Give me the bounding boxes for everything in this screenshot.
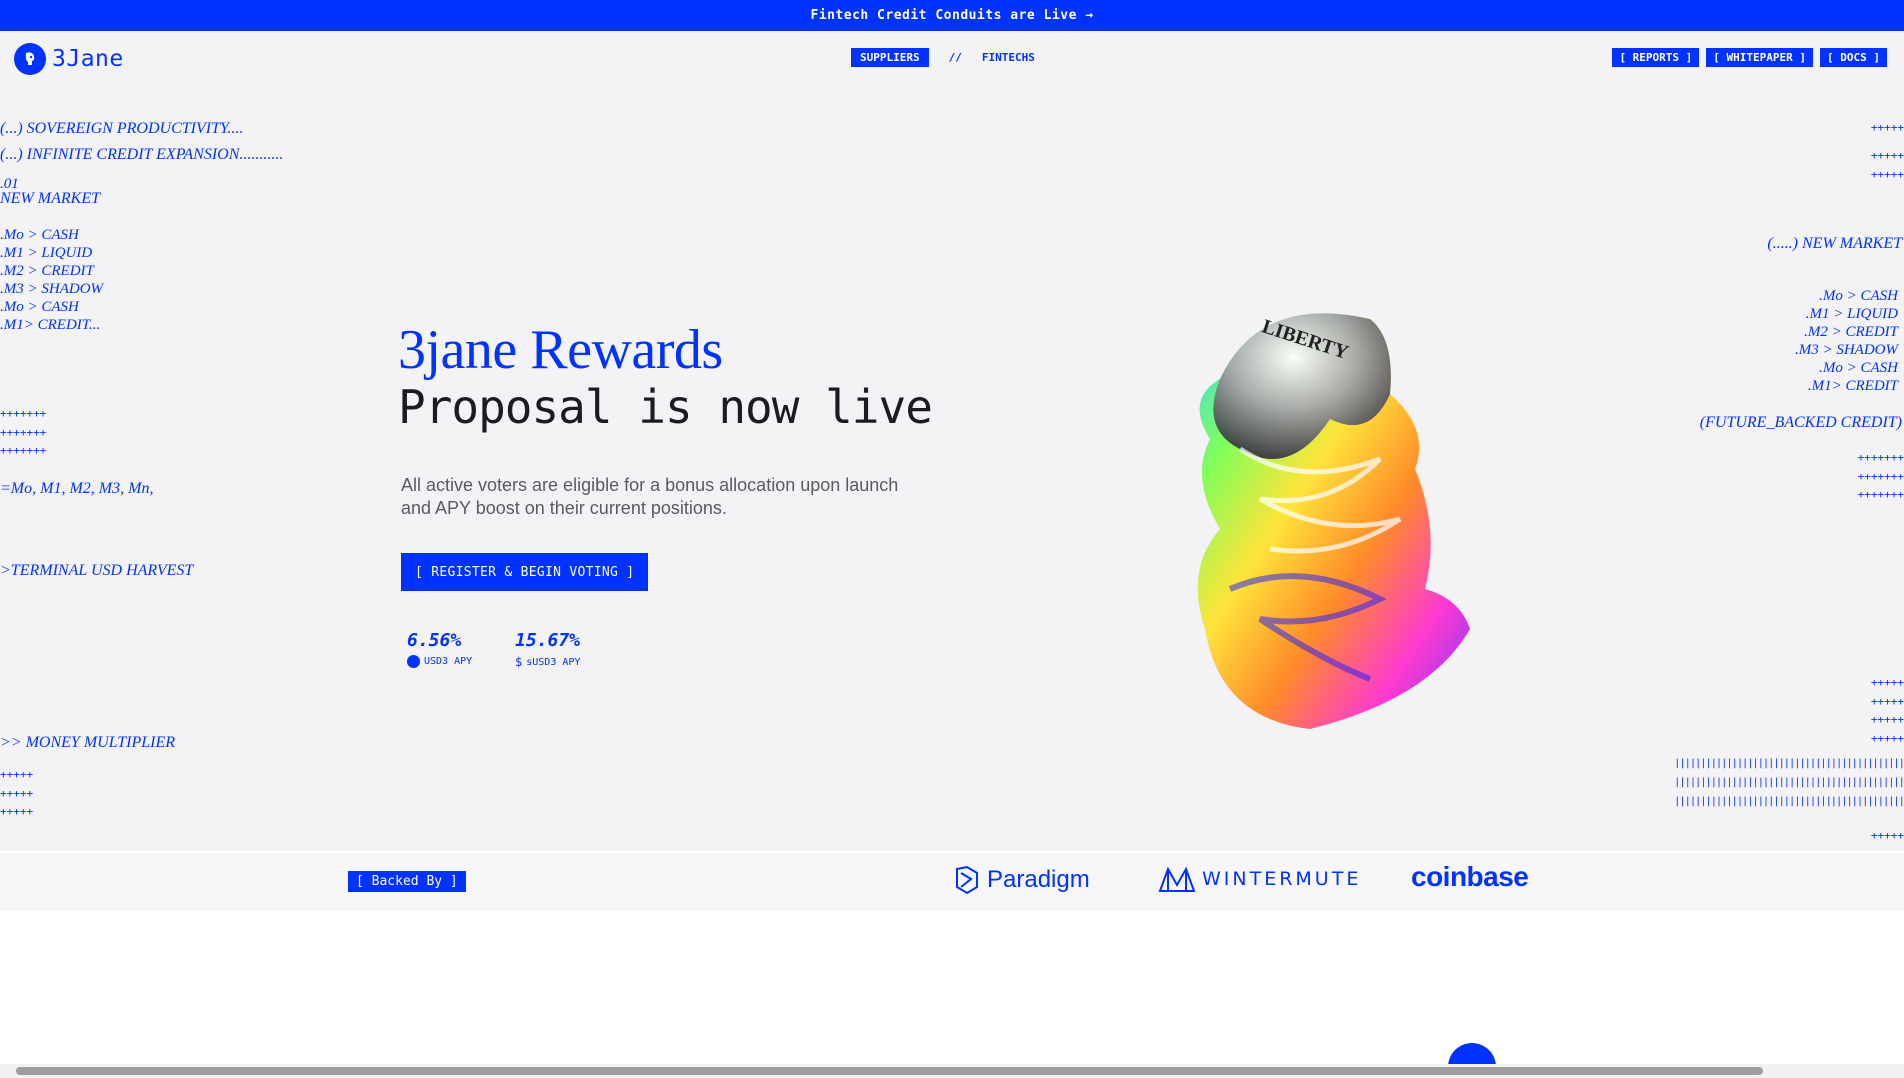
hero-title: 3jane Rewards: [398, 319, 723, 381]
deco-new-market: NEW MARKET: [0, 190, 100, 207]
melting-coin-illustration: LIBERTY: [1197, 313, 1470, 729]
usd3-apy-value: 6.56%: [407, 630, 462, 651]
reports-link[interactable]: [ REPORTS ]: [1612, 48, 1700, 67]
backed-by-label: [ Backed By ]: [348, 871, 466, 892]
top-links: [ REPORTS ] [ WHITEPAPER ] [ DOCS ]: [1612, 48, 1887, 67]
hero-section: 3Jane SUPPLIERS // FINTECHS [ REPORTS ] …: [0, 31, 1904, 851]
susd3-apy-label: sUSD3 APY: [526, 656, 581, 668]
deco-right-plus: +++++: [1870, 121, 1904, 134]
brand-name: 3Jane: [52, 46, 124, 72]
deco-right-market: (.....) NEW MARKET: [1767, 235, 1902, 252]
main-nav: SUPPLIERS // FINTECHS: [851, 48, 1035, 67]
brand-logo[interactable]: 3Jane: [14, 43, 124, 75]
susd3-apy-stat: 15.67% $ sUSD3 APY: [515, 630, 580, 669]
nav-fintechs[interactable]: FINTECHS: [982, 51, 1035, 64]
wintermute-text: WINTERMUTE: [1202, 868, 1362, 890]
deco-multiplier: >> MONEY MULTIPLIER: [0, 734, 176, 751]
deco-harvest: >TERMINAL USD HARVEST: [0, 562, 194, 579]
susd3-apy-label-row: $ sUSD3 APY: [515, 655, 580, 669]
coinbase-logo[interactable]: coinbase: [1411, 861, 1529, 893]
susd3-apy-value: 15.67%: [515, 630, 581, 651]
hero-subtitle: Proposal is now live: [398, 380, 933, 434]
deco-right-plus-5: +++++ .....: [1870, 829, 1904, 851]
wintermute-logo[interactable]: WINTERMUTE: [1158, 865, 1361, 893]
logo-face-icon: [14, 43, 46, 75]
scrollbar-thumb[interactable]: [16, 1067, 1763, 1075]
wintermute-icon: [1158, 866, 1196, 892]
deco-right-plus-3: +++++++ +++++++ +++++++: [1857, 451, 1904, 501]
deco-plus-grid: +++++++ +++++++ +++++++: [0, 407, 47, 457]
whitepaper-link[interactable]: [ WHITEPAPER ]: [1706, 48, 1814, 67]
register-voting-button[interactable]: [ REGISTER & BEGIN VOTING ]: [401, 553, 649, 591]
susd3-token-icon: $: [515, 655, 523, 669]
deco-barcode: ||||||||||||||||||||||||||||||||||||||||…: [1674, 758, 1904, 807]
banner-text[interactable]: Fintech Credit Conduits are Live →: [810, 8, 1093, 23]
deco-sovereign: (...) SOVEREIGN PRODUCTIVITY....: [0, 120, 244, 137]
announcement-banner[interactable]: Fintech Credit Conduits are Live →: [0, 0, 1904, 31]
horizontal-scrollbar[interactable]: [0, 1064, 1904, 1078]
coinbase-text: coinbase: [1411, 861, 1529, 892]
nav-suppliers[interactable]: SUPPLIERS: [851, 48, 929, 67]
deco-infinite: (...) INFINITE CREDIT EXPANSION.........…: [0, 146, 284, 163]
usd3-token-icon: [407, 655, 420, 668]
nav-separator: //: [948, 51, 962, 64]
usd3-apy-label: USD3 APY: [424, 656, 473, 667]
deco-money-list: .Mo > CASH .M1 > LIQUID .M2 > CREDIT .M3…: [0, 227, 104, 333]
backed-by-section: [ Backed By ] Paradigm WINTERMUTE coinba…: [0, 853, 1904, 911]
hero-description: All active voters are eligible for a bon…: [401, 475, 899, 518]
deco-series: =Mo, M1, M2, M3, Mn,: [0, 480, 154, 497]
deco-right-money-list: .Mo > CASH .M1 > LIQUID .M2 > CREDIT .M3…: [1794, 288, 1898, 394]
paradigm-text: Paradigm: [987, 866, 1090, 893]
deco-right-plus-2: +++++ +++++: [1870, 149, 1904, 181]
deco-future-credit: (FUTURE_BACKED CREDIT): [1699, 414, 1902, 431]
paradigm-icon: [956, 865, 978, 895]
usd3-apy-label-row: USD3 APY: [407, 655, 472, 668]
deco-plus-grid-2: +++++ +++++ +++++: [0, 768, 34, 818]
paradigm-logo[interactable]: Paradigm: [953, 865, 1090, 895]
usd3-apy-stat: 6.56% USD3 APY: [407, 630, 472, 668]
deco-right-plus-4: +++++ +++++ +++++ +++++: [1870, 676, 1904, 745]
docs-link[interactable]: [ DOCS ]: [1820, 48, 1887, 67]
